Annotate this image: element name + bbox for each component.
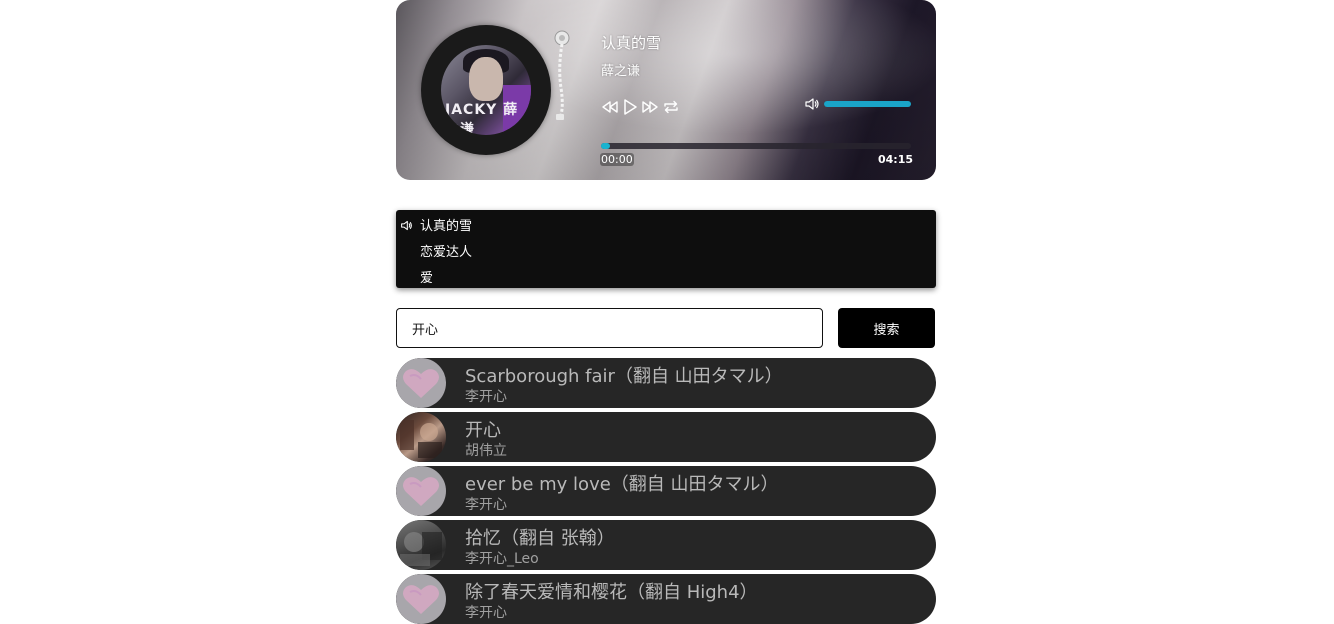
result-artist: 李开心: [465, 497, 507, 513]
volume-icon[interactable]: [804, 96, 820, 112]
song-thumbnail: [396, 412, 446, 462]
playlist-item[interactable]: 恋爱达人: [420, 241, 472, 260]
volume-slider[interactable]: [824, 101, 911, 107]
result-artist: 李开心: [465, 389, 507, 405]
search-result-item[interactable]: 拾忆（翻自 张翰） 李开心_Leo: [396, 520, 936, 570]
progress-bar-fill: [601, 143, 611, 149]
search-result-item[interactable]: 开心 胡伟立: [396, 412, 936, 462]
play-icon[interactable]: [621, 98, 639, 116]
search-result-item[interactable]: ever be my love（翻自 山田タマル） 李开心: [396, 466, 936, 516]
song-title: 认真的雪: [601, 34, 662, 52]
album-cover-text: JACKY 薛之谦: [445, 102, 519, 135]
heart-icon: [403, 477, 439, 506]
vinyl-disc: JACKY 薛之谦: [421, 25, 551, 155]
previous-icon[interactable]: [601, 98, 619, 116]
playlist: 认真的雪 恋爱达人 爱: [396, 210, 936, 288]
song-thumbnail: [396, 520, 446, 570]
result-title: ever be my love（翻自 山田タマル）: [465, 474, 779, 495]
tonearm-icon: [554, 28, 574, 122]
volume-slider-fill: [824, 101, 911, 107]
result-artist: 胡伟立: [465, 443, 507, 459]
song-artist: 薛之谦: [601, 64, 641, 79]
song-thumbnail: [396, 358, 446, 408]
song-thumbnail: [396, 574, 446, 624]
current-time: 00:00: [600, 153, 634, 166]
album-cover: JACKY 薛之谦: [441, 45, 531, 135]
album-cover-face: [469, 57, 503, 101]
heart-icon: [403, 369, 439, 398]
search-result-item[interactable]: 除了春天爱情和樱花（翻自 High4） 李开心: [396, 574, 936, 624]
playlist-item[interactable]: 爱: [420, 267, 433, 286]
result-artist: 李开心: [465, 605, 507, 621]
song-thumbnail: [396, 466, 446, 516]
heart-icon: [403, 585, 439, 614]
result-artist: 李开心_Leo: [465, 551, 539, 567]
total-time: 04:15: [878, 153, 914, 166]
progress-bar[interactable]: [601, 143, 911, 149]
result-title: 开心: [465, 420, 501, 441]
playlist-item[interactable]: 认真的雪: [420, 215, 472, 234]
result-title: 除了春天爱情和樱花（翻自 High4）: [465, 582, 758, 603]
player-card: JACKY 薛之谦 认真的雪 薛之谦 00:00 04:15: [396, 0, 936, 180]
result-title: Scarborough fair（翻自 山田タマル）: [465, 366, 783, 387]
search-result-item[interactable]: Scarborough fair（翻自 山田タマル） 李开心: [396, 358, 936, 408]
result-title: 拾忆（翻自 张翰）: [465, 528, 615, 549]
repeat-icon[interactable]: [662, 98, 680, 116]
next-icon[interactable]: [641, 98, 659, 116]
search-button[interactable]: 搜索: [838, 308, 935, 348]
now-playing-speaker-icon: [400, 217, 413, 231]
search-input[interactable]: [396, 308, 823, 348]
